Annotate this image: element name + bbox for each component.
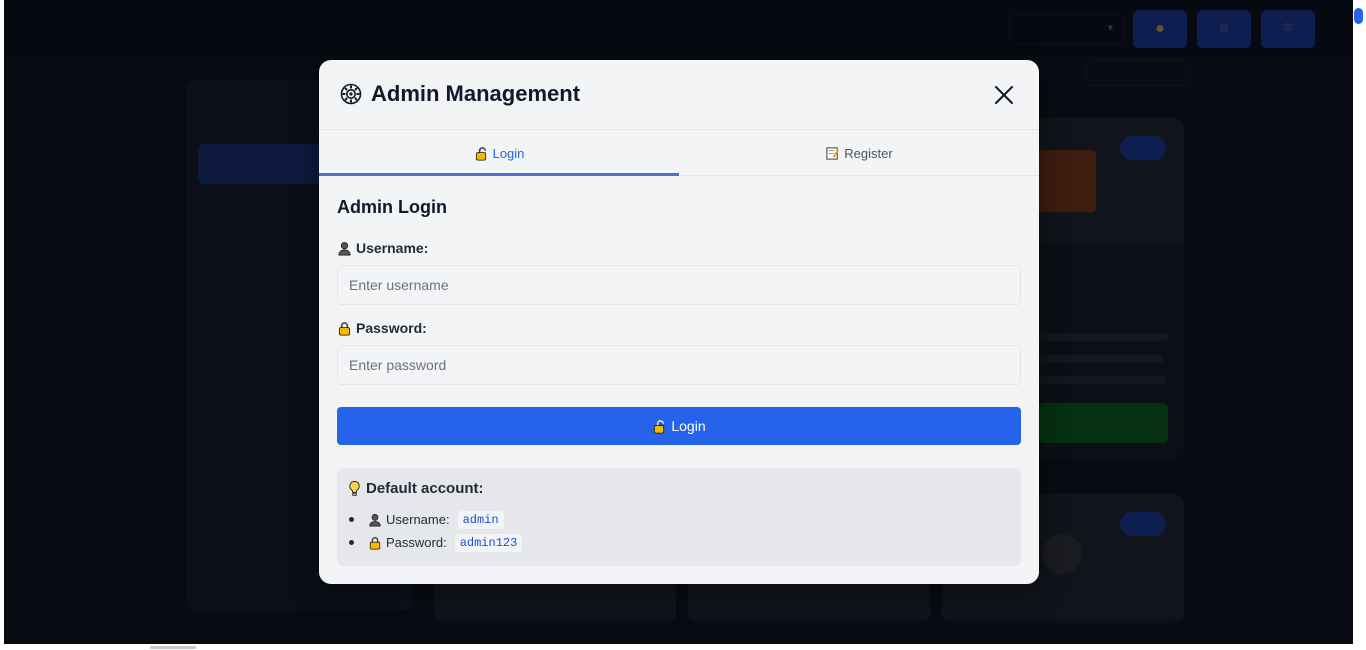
modal-tabs: Login Register xyxy=(319,130,1039,176)
username-label: Username: xyxy=(337,240,428,256)
password-input[interactable] xyxy=(337,345,1021,385)
tab-register-label: Register xyxy=(844,145,893,161)
gear-icon xyxy=(340,83,362,105)
username-label-text: Username: xyxy=(356,240,429,256)
username-input[interactable] xyxy=(337,265,1021,305)
active-tab-indicator xyxy=(319,173,679,176)
login-button-label: Login xyxy=(671,418,706,434)
lock-icon xyxy=(338,321,351,335)
user-icon xyxy=(369,513,381,526)
bullet xyxy=(349,517,354,522)
password-label-text: Password: xyxy=(356,320,427,336)
modal-header: Admin Management xyxy=(319,60,1039,130)
horizontal-scrollbar-thumb[interactable] xyxy=(150,646,196,649)
bullet xyxy=(349,540,354,545)
default-account-title-text: Default account: xyxy=(366,480,484,497)
close-icon[interactable] xyxy=(991,82,1017,108)
lock-icon xyxy=(369,536,381,549)
default-account-title: Default account: xyxy=(347,480,484,497)
page-scrollbar-thumb[interactable] xyxy=(1354,8,1363,24)
modal-title: Admin Management xyxy=(371,81,581,106)
list-item: Password: admin123 xyxy=(349,531,523,554)
lock-icon xyxy=(654,419,665,433)
user-icon xyxy=(338,241,351,255)
admin-modal: Admin Management Login Register Admin Lo… xyxy=(319,60,1039,584)
tab-login-label: Login xyxy=(492,145,525,161)
default-password-label: Password: xyxy=(386,535,447,550)
default-password-value: admin123 xyxy=(454,533,523,552)
page-scrollbar[interactable] xyxy=(1353,0,1366,650)
lock-icon xyxy=(475,146,486,160)
tab-login[interactable]: Login xyxy=(319,130,679,176)
lightbulb-icon xyxy=(349,481,360,496)
form-heading: Admin Login xyxy=(337,197,447,217)
password-label: Password: xyxy=(337,320,427,336)
default-account-list: Username: admin Password: admin123 xyxy=(349,508,523,554)
default-account-box: Default account: Username: admin Passwor… xyxy=(337,468,1021,566)
default-username-value: admin xyxy=(457,510,504,529)
login-button[interactable]: Login xyxy=(337,407,1021,445)
tab-register[interactable]: Register xyxy=(679,130,1039,176)
memo-icon xyxy=(826,146,840,160)
default-username-label: Username: xyxy=(386,512,450,527)
list-item: Username: admin xyxy=(349,508,522,531)
